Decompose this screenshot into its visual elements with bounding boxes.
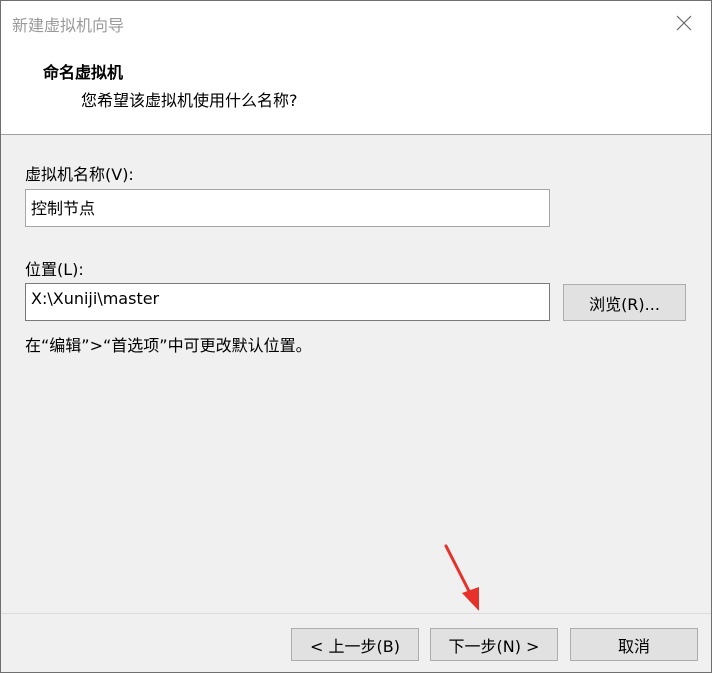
close-icon [676, 15, 692, 31]
wizard-header: 命名虚拟机 您希望该虚拟机使用什么名称? [1, 45, 711, 135]
page-subtitle: 您希望该虚拟机使用什么名称? [81, 91, 298, 110]
back-button[interactable]: < 上一步(B) [291, 628, 419, 661]
new-vm-wizard-window: 新建虚拟机向导 命名虚拟机 您希望该虚拟机使用什么名称? 虚拟机名称(V): 控… [0, 0, 712, 673]
location-hint: 在“编辑”>“首选项”中可更改默认位置。 [25, 336, 312, 355]
vm-name-input[interactable]: 控制节点 [25, 189, 550, 227]
close-button[interactable] [657, 1, 711, 45]
title-bar: 新建虚拟机向导 [1, 1, 711, 45]
cancel-button[interactable]: 取消 [570, 628, 698, 661]
location-label: 位置(L): [25, 260, 84, 279]
vm-name-label: 虚拟机名称(V): [25, 165, 134, 184]
footer-divider [1, 613, 711, 614]
browse-button[interactable]: 浏览(R)... [563, 284, 686, 321]
window-title: 新建虚拟机向导 [12, 16, 125, 35]
red-arrow-annotation [444, 544, 479, 611]
next-button[interactable]: 下一步(N) > [430, 628, 558, 661]
location-input[interactable]: X:\Xuniji\master [25, 283, 550, 321]
page-title: 命名虚拟机 [43, 63, 124, 82]
